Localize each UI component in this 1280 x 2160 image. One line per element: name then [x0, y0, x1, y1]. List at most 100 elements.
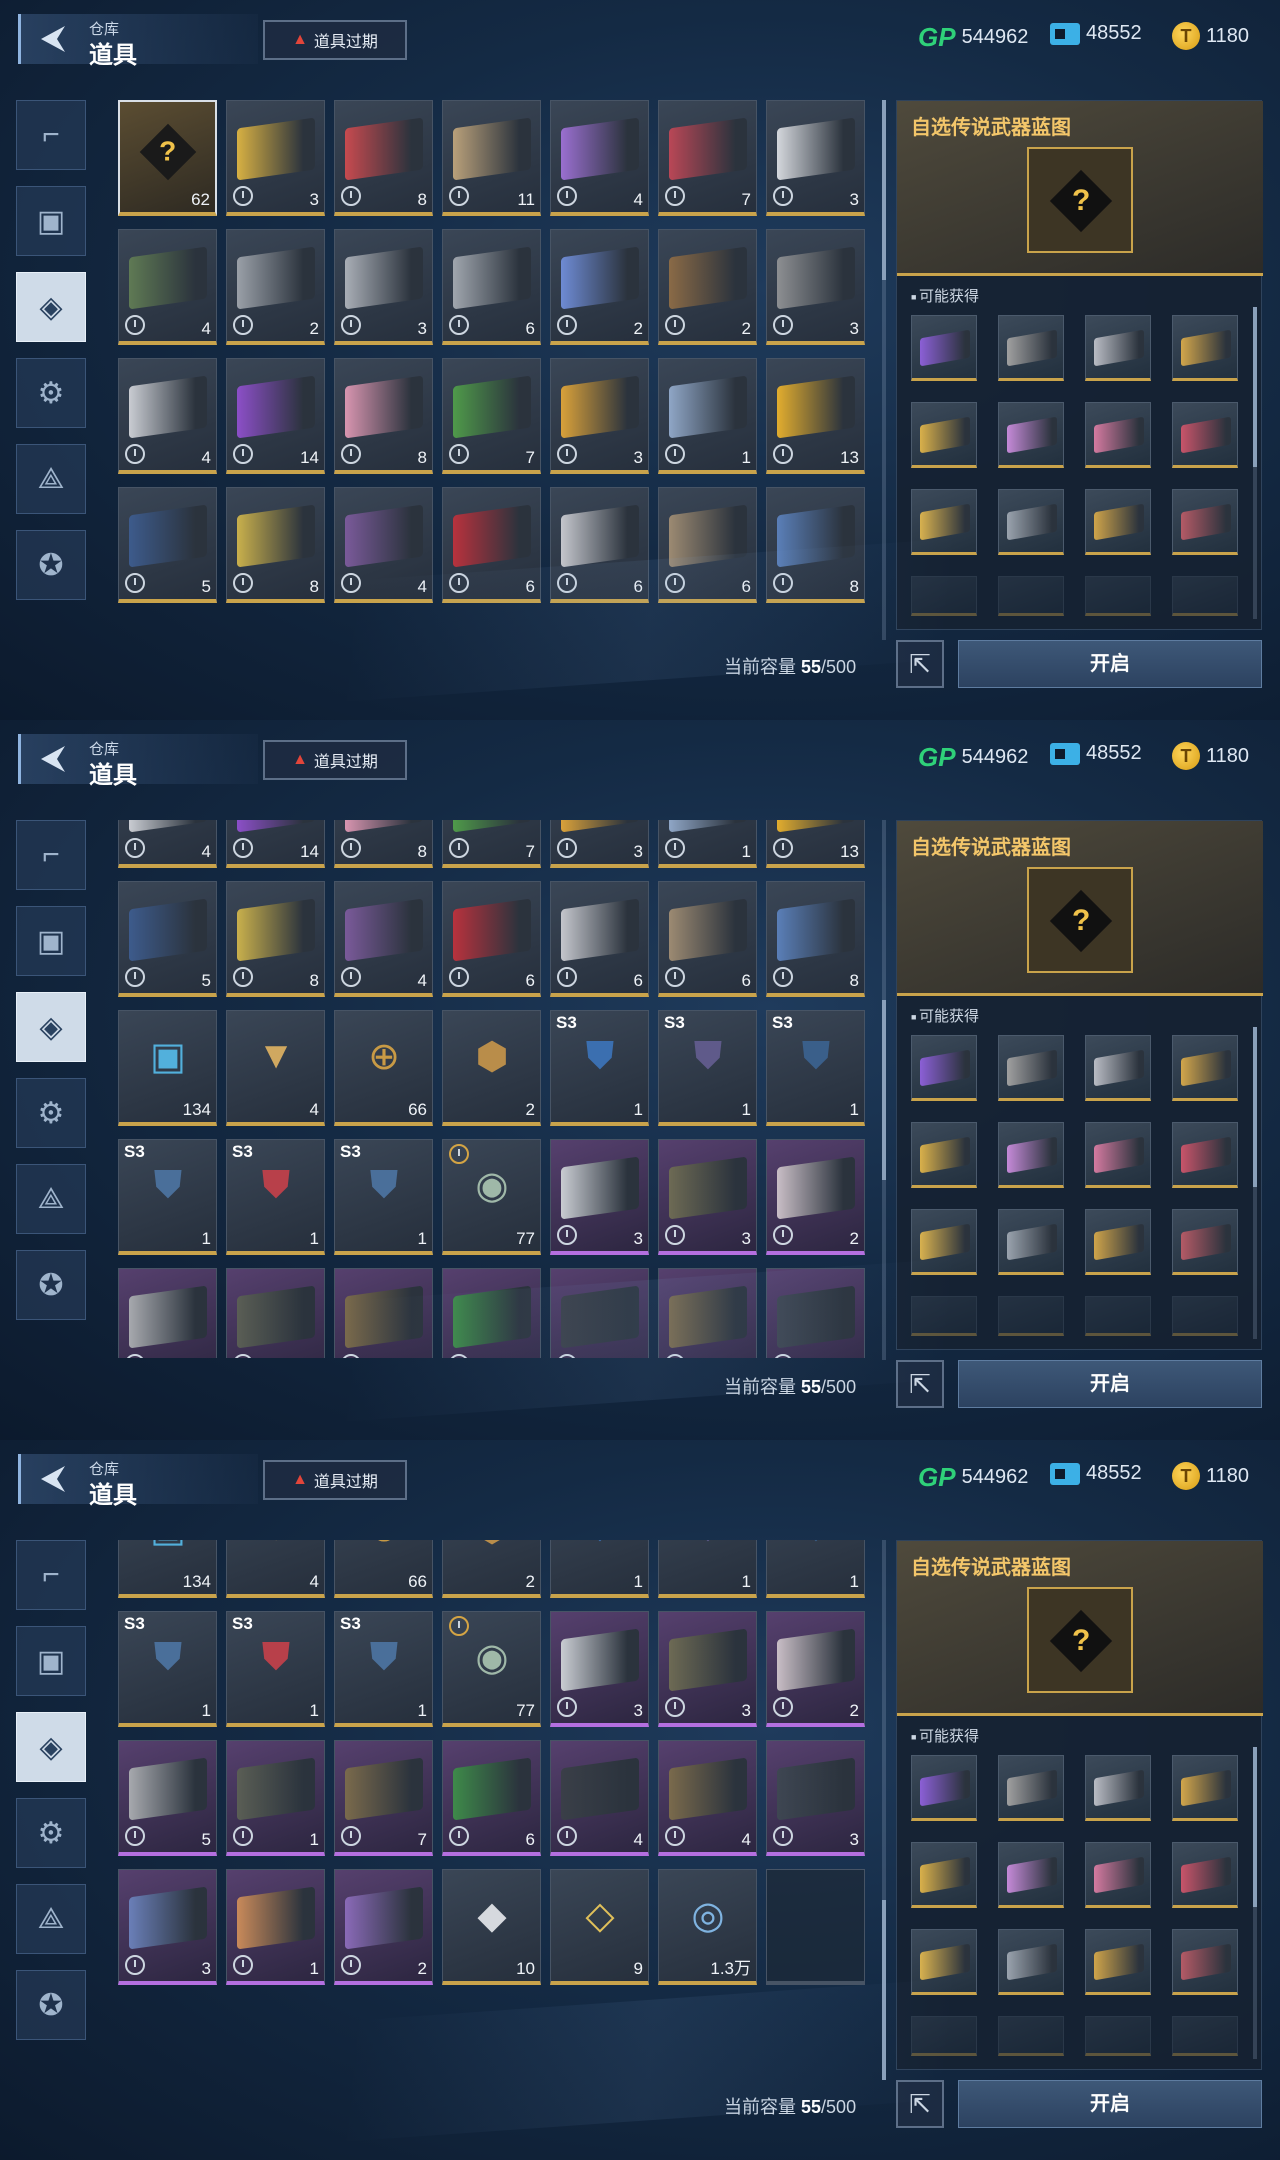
back-button[interactable]: 仓库 道具 [18, 734, 258, 789]
inventory-item[interactable]: 5 [118, 1740, 217, 1856]
reward-item[interactable] [1172, 1842, 1238, 1908]
reward-item[interactable] [911, 1755, 977, 1821]
sidebar-item-skins[interactable]: ▣ [16, 1626, 86, 1696]
inventory-item[interactable]: ⛊S31 [658, 1540, 757, 1598]
reward-item[interactable] [911, 1209, 977, 1275]
reward-item[interactable] [1085, 402, 1151, 468]
inventory-item[interactable]: 2 [334, 1869, 433, 1985]
sidebar-item-skins[interactable]: ▣ [16, 186, 86, 256]
inventory-item[interactable]: 8 [226, 487, 325, 603]
reward-item[interactable] [911, 489, 977, 555]
reward-item[interactable] [1085, 1122, 1151, 1188]
reward-item[interactable] [1085, 1842, 1151, 1908]
inventory-item[interactable]: 6 [442, 1740, 541, 1856]
reward-item[interactable] [1172, 1755, 1238, 1821]
open-button[interactable]: 开启 [958, 1360, 1262, 1408]
inventory-item[interactable]: 1 [226, 1740, 325, 1856]
inventory-item[interactable]: 8 [766, 487, 865, 603]
open-button[interactable]: 开启 [958, 2080, 1262, 2128]
inventory-item[interactable]: ⛊S31 [334, 1139, 433, 1255]
inventory-item[interactable]: 8 [334, 820, 433, 868]
reward-item[interactable] [1085, 1755, 1151, 1821]
inventory-item[interactable]: ⛊S31 [334, 1611, 433, 1727]
inventory-item[interactable]: 3 [550, 1139, 649, 1255]
inventory-item[interactable]: ⛊S31 [766, 1540, 865, 1598]
inventory-item[interactable]: ⛊S31 [226, 1139, 325, 1255]
reward-item[interactable] [911, 1122, 977, 1188]
inventory-item[interactable]: 4 [550, 1740, 649, 1856]
inventory-item[interactable]: 14 [226, 358, 325, 474]
sidebar-item-badges[interactable]: ✪ [16, 1250, 86, 1320]
inventory-item[interactable]: 1 [658, 820, 757, 868]
expired-items-button[interactable]: ▲ 道具过期 [263, 20, 407, 60]
reward-item[interactable] [911, 315, 977, 381]
reward-item[interactable] [911, 1035, 977, 1101]
inventory-item[interactable]: 6 [550, 881, 649, 997]
rewards-scrollbar[interactable] [1253, 1747, 1257, 2059]
inventory-item[interactable]: 8 [766, 881, 865, 997]
expired-items-button[interactable]: ▲ 道具过期 [263, 740, 407, 780]
inventory-item[interactable]: 1 [658, 358, 757, 474]
reward-item[interactable] [998, 315, 1064, 381]
inventory-item[interactable]: 6 [442, 229, 541, 345]
inventory-item[interactable]: ▣ 134 [118, 1010, 217, 1126]
reward-item[interactable] [998, 1209, 1064, 1275]
inventory-item[interactable]: 7 [658, 100, 757, 216]
sidebar-item-attachments[interactable]: ⚙ [16, 358, 86, 428]
inventory-item[interactable]: ⊕ 66 [334, 1540, 433, 1598]
reward-item[interactable] [1085, 315, 1151, 381]
reward-item[interactable] [1172, 1035, 1238, 1101]
inventory-item[interactable]: ⊕ 66 [334, 1010, 433, 1126]
inventory-item[interactable]: 4 [118, 358, 217, 474]
inventory-item[interactable] [442, 1268, 541, 1358]
inventory-item[interactable]: 3 [766, 1740, 865, 1856]
share-button[interactable]: ⇱ [896, 2080, 944, 2128]
reward-item[interactable] [998, 2016, 1064, 2056]
inventory-item[interactable]: ⛊S31 [118, 1611, 217, 1727]
inventory-item[interactable]: ▼4 [226, 1010, 325, 1126]
inventory-item[interactable]: 13 [766, 820, 865, 868]
inventory-item[interactable]: 3 [658, 1611, 757, 1727]
inventory-item[interactable]: ⬢2 [442, 1010, 541, 1126]
reward-item[interactable] [1172, 1929, 1238, 1995]
sidebar-item-badges[interactable]: ✪ [16, 530, 86, 600]
inventory-item[interactable]: ⛊S31 [658, 1010, 757, 1126]
inventory-item[interactable]: 2 [766, 1139, 865, 1255]
sidebar-item-attachments[interactable]: ⚙ [16, 1078, 86, 1148]
sidebar-item-weapons[interactable]: ⌐ [16, 1540, 86, 1610]
inventory-item[interactable]: 5 [118, 881, 217, 997]
inventory-item[interactable]: 3 [766, 229, 865, 345]
inventory-item[interactable]: 5 [118, 487, 217, 603]
inventory-item[interactable]: 3 [550, 820, 649, 868]
inventory-item[interactable]: ▼4 [226, 1540, 325, 1598]
reward-item[interactable] [1172, 1296, 1238, 1336]
sidebar-item-weapons[interactable]: ⌐ [16, 820, 86, 890]
sidebar-item-skins[interactable]: ▣ [16, 906, 86, 976]
reward-item[interactable] [998, 1755, 1064, 1821]
open-button[interactable]: 开启 [958, 640, 1262, 688]
sidebar-item-weapons[interactable]: ⌐ [16, 100, 86, 170]
reward-item[interactable] [911, 576, 977, 616]
inventory-item[interactable]: 6 [550, 487, 649, 603]
sidebar-item-blueprints[interactable]: ⟁ [16, 444, 86, 514]
inventory-item[interactable]: 3 [766, 100, 865, 216]
reward-item[interactable] [911, 402, 977, 468]
sidebar-item-items[interactable]: ◈ [16, 1712, 86, 1782]
inventory-item[interactable]: 3 [550, 358, 649, 474]
reward-item[interactable] [998, 489, 1064, 555]
inventory-item[interactable]: 8 [334, 358, 433, 474]
reward-item[interactable] [911, 1929, 977, 1995]
reward-item[interactable] [998, 1122, 1064, 1188]
inventory-item[interactable]: 4 [550, 100, 649, 216]
inventory-item[interactable]: 2 [550, 229, 649, 345]
reward-item[interactable] [911, 2016, 977, 2056]
reward-item[interactable] [998, 1035, 1064, 1101]
inventory-item[interactable]: 6 [442, 881, 541, 997]
rewards-scrollbar[interactable] [1253, 1027, 1257, 1339]
reward-item[interactable] [1085, 576, 1151, 616]
reward-item[interactable] [1172, 2016, 1238, 2056]
inventory-item[interactable] [118, 1268, 217, 1358]
inventory-item[interactable] [658, 1268, 757, 1358]
inventory-item[interactable]: 11 [442, 100, 541, 216]
inventory-item[interactable]: ⬢2 [442, 1540, 541, 1598]
